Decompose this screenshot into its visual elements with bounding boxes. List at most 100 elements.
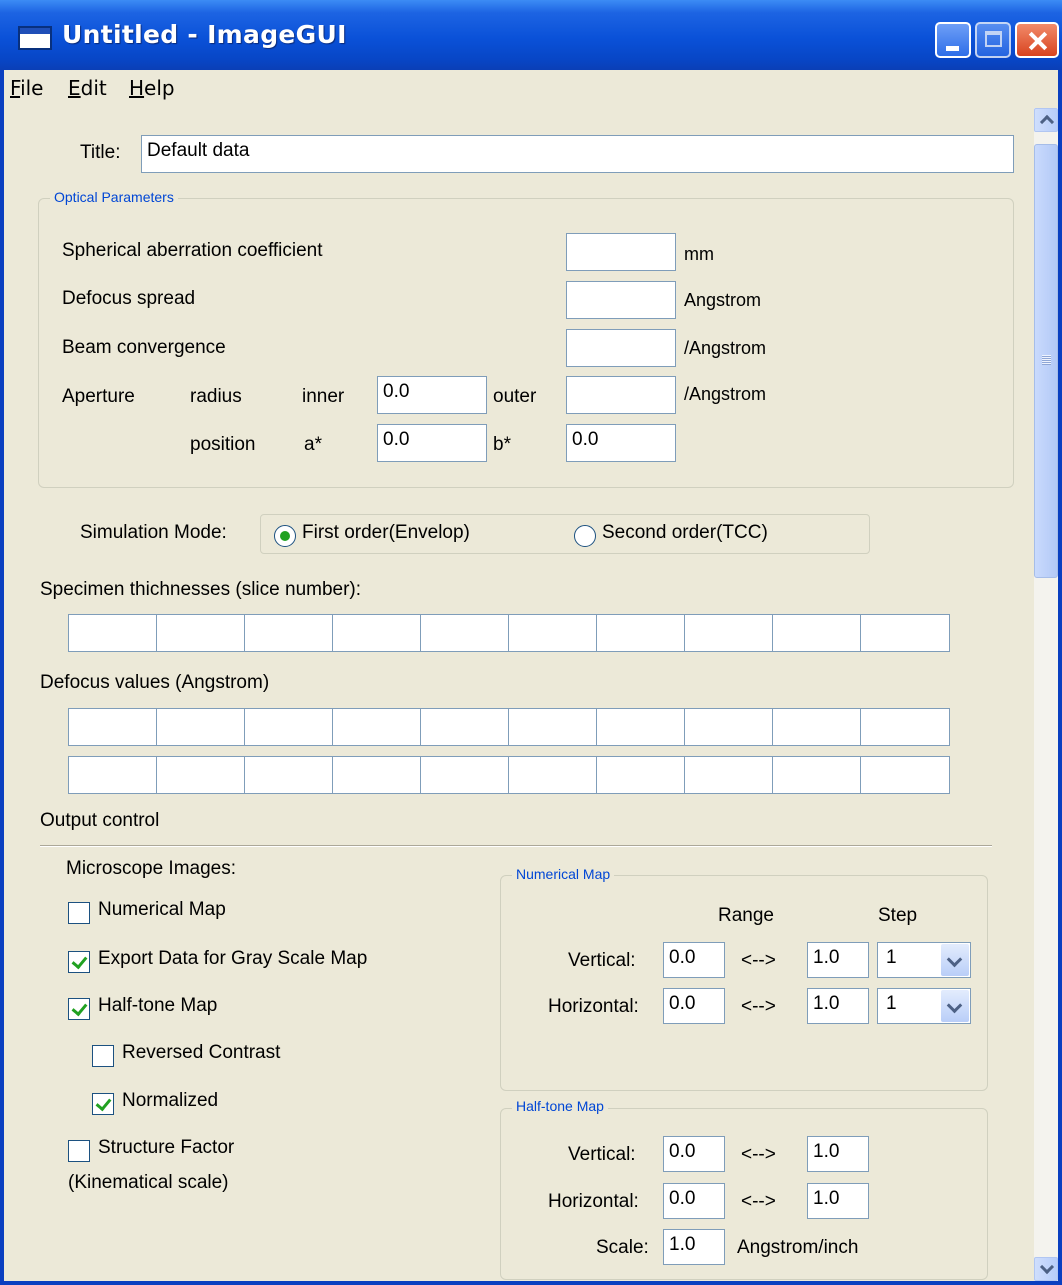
scrollbar-thumb[interactable] [1034, 144, 1058, 578]
reversed-contrast-checkbox[interactable] [92, 1045, 114, 1067]
aperture-b-input[interactable]: 0.0 [566, 424, 676, 462]
thickness-cell-3[interactable] [244, 614, 334, 652]
vertical-scrollbar[interactable] [1034, 108, 1058, 1281]
second-order-label[interactable]: Second order(TCC) [602, 522, 768, 544]
halftone-scale-unit: Angstrom/inch [737, 1237, 859, 1258]
aperture-unit: /Angstrom [684, 384, 767, 404]
defocus-cell-r1-c2[interactable] [156, 708, 246, 746]
menu-file-rest: ile [20, 76, 44, 100]
chevron-down-icon[interactable] [941, 944, 969, 976]
halftone-vertical-to-input[interactable]: 1.0 [807, 1136, 869, 1172]
defocus-cell-r1-c10[interactable] [860, 708, 950, 746]
first-order-radio[interactable] [274, 525, 296, 547]
spherical-aberration-unit: mm [684, 244, 714, 264]
thickness-cell-5[interactable] [420, 614, 510, 652]
defocus-spread-input[interactable] [566, 281, 676, 319]
halftone-vertical-arrow: <--> [741, 1144, 776, 1165]
normalized-checkbox-label[interactable]: Normalized [122, 1090, 218, 1112]
thickness-cell-7[interactable] [596, 614, 686, 652]
numerical-vertical-arrow: <--> [741, 950, 776, 971]
beam-convergence-unit: /Angstrom [684, 338, 767, 358]
menu-help-rest: elp [144, 76, 175, 100]
thickness-cell-8[interactable] [684, 614, 774, 652]
half-tone-map-checkbox-label[interactable]: Half-tone Map [98, 995, 217, 1017]
aperture-a-input[interactable]: 0.0 [377, 424, 487, 462]
reversed-contrast-checkbox-label[interactable]: Reversed Contrast [122, 1042, 280, 1064]
spherical-aberration-input[interactable] [566, 233, 676, 271]
numerical-map-checkbox[interactable] [68, 902, 90, 924]
export-gray-scale-checkbox-label[interactable]: Export Data for Gray Scale Map [98, 948, 367, 970]
client-area: File Edit Help Title: Default data Optic… [4, 70, 1058, 1281]
minimize-button[interactable] [935, 22, 971, 58]
menu-help[interactable]: Help [129, 76, 175, 100]
defocus-cell-r2-c7[interactable] [596, 756, 686, 794]
structure-factor-checkbox-label[interactable]: Structure Factor [98, 1137, 234, 1159]
defocus-cell-r1-c1[interactable] [68, 708, 158, 746]
scroll-down-icon[interactable] [1034, 1257, 1058, 1281]
app-window-icon[interactable] [18, 26, 52, 50]
aperture-inner-label: inner [302, 386, 345, 407]
export-gray-scale-checkbox[interactable] [68, 951, 90, 973]
defocus-cell-r2-c6[interactable] [508, 756, 598, 794]
menu-file[interactable]: File [10, 76, 43, 100]
defocus-cell-r2-c4[interactable] [332, 756, 422, 794]
defocus-cell-r2-c10[interactable] [860, 756, 950, 794]
beam-convergence-input[interactable] [566, 329, 676, 367]
close-button[interactable] [1015, 22, 1059, 58]
thickness-cell-4[interactable] [332, 614, 422, 652]
aperture-label: Aperture [62, 386, 135, 407]
title-bar[interactable]: Untitled - ImageGUI [0, 0, 1062, 70]
grip-icon [1042, 355, 1051, 365]
menu-edit[interactable]: Edit [68, 76, 107, 100]
defocus-cell-r2-c8[interactable] [684, 756, 774, 794]
thickness-cell-1[interactable] [68, 614, 158, 652]
defocus-cell-r1-c6[interactable] [508, 708, 598, 746]
thickness-cell-2[interactable] [156, 614, 246, 652]
defocus-cell-r2-c3[interactable] [244, 756, 334, 794]
defocus-cell-r2-c9[interactable] [772, 756, 862, 794]
menu-help-mnemonic: H [129, 76, 145, 100]
window-title: Untitled - ImageGUI [62, 20, 347, 49]
numerical-map-checkbox-label[interactable]: Numerical Map [98, 899, 226, 921]
normalized-checkbox[interactable] [92, 1093, 114, 1115]
thickness-cell-10[interactable] [860, 614, 950, 652]
numerical-horizontal-arrow: <--> [741, 996, 776, 1017]
defocus-spread-label: Defocus spread [62, 288, 196, 309]
first-order-label[interactable]: First order(Envelop) [302, 522, 470, 544]
halftone-horizontal-from-input[interactable]: 0.0 [663, 1183, 725, 1219]
maximize-button[interactable] [975, 22, 1011, 58]
aperture-outer-input[interactable] [566, 376, 676, 414]
numerical-horizontal-to-input[interactable]: 1.0 [807, 988, 869, 1024]
thickness-cell-6[interactable] [508, 614, 598, 652]
second-order-radio[interactable] [574, 525, 596, 547]
numerical-vertical-step-select[interactable]: 1 [877, 942, 971, 978]
halftone-horizontal-arrow: <--> [741, 1191, 776, 1212]
numerical-vertical-from-input[interactable]: 0.0 [663, 942, 725, 978]
defocus-cell-r1-c7[interactable] [596, 708, 686, 746]
defocus-cell-r1-c9[interactable] [772, 708, 862, 746]
halftone-horizontal-to-input[interactable]: 1.0 [807, 1183, 869, 1219]
defocus-cell-r2-c2[interactable] [156, 756, 246, 794]
scroll-up-icon[interactable] [1034, 108, 1058, 132]
halftone-scale-input[interactable]: 1.0 [663, 1229, 725, 1265]
numerical-horizontal-step-select[interactable]: 1 [877, 988, 971, 1024]
thickness-label: Specimen thichnesses (slice number): [40, 579, 362, 600]
halftone-vertical-from-input[interactable]: 0.0 [663, 1136, 725, 1172]
defocus-cell-r1-c3[interactable] [244, 708, 334, 746]
half-tone-map-checkbox[interactable] [68, 998, 90, 1020]
beam-convergence-label: Beam convergence [62, 337, 226, 358]
defocus-values-label: Defocus values (Angstrom) [40, 672, 270, 693]
defocus-cell-r1-c8[interactable] [684, 708, 774, 746]
numerical-vertical-to-input[interactable]: 1.0 [807, 942, 869, 978]
numerical-horizontal-from-input[interactable]: 0.0 [663, 988, 725, 1024]
defocus-cell-r2-c1[interactable] [68, 756, 158, 794]
structure-factor-checkbox[interactable] [68, 1140, 90, 1162]
title-input[interactable]: Default data [141, 135, 1014, 173]
aperture-inner-input[interactable]: 0.0 [377, 376, 487, 414]
defocus-cell-r1-c5[interactable] [420, 708, 510, 746]
menu-edit-rest: dit [80, 76, 107, 100]
defocus-cell-r1-c4[interactable] [332, 708, 422, 746]
thickness-cell-9[interactable] [772, 614, 862, 652]
chevron-down-icon[interactable] [941, 990, 969, 1022]
defocus-cell-r2-c5[interactable] [420, 756, 510, 794]
